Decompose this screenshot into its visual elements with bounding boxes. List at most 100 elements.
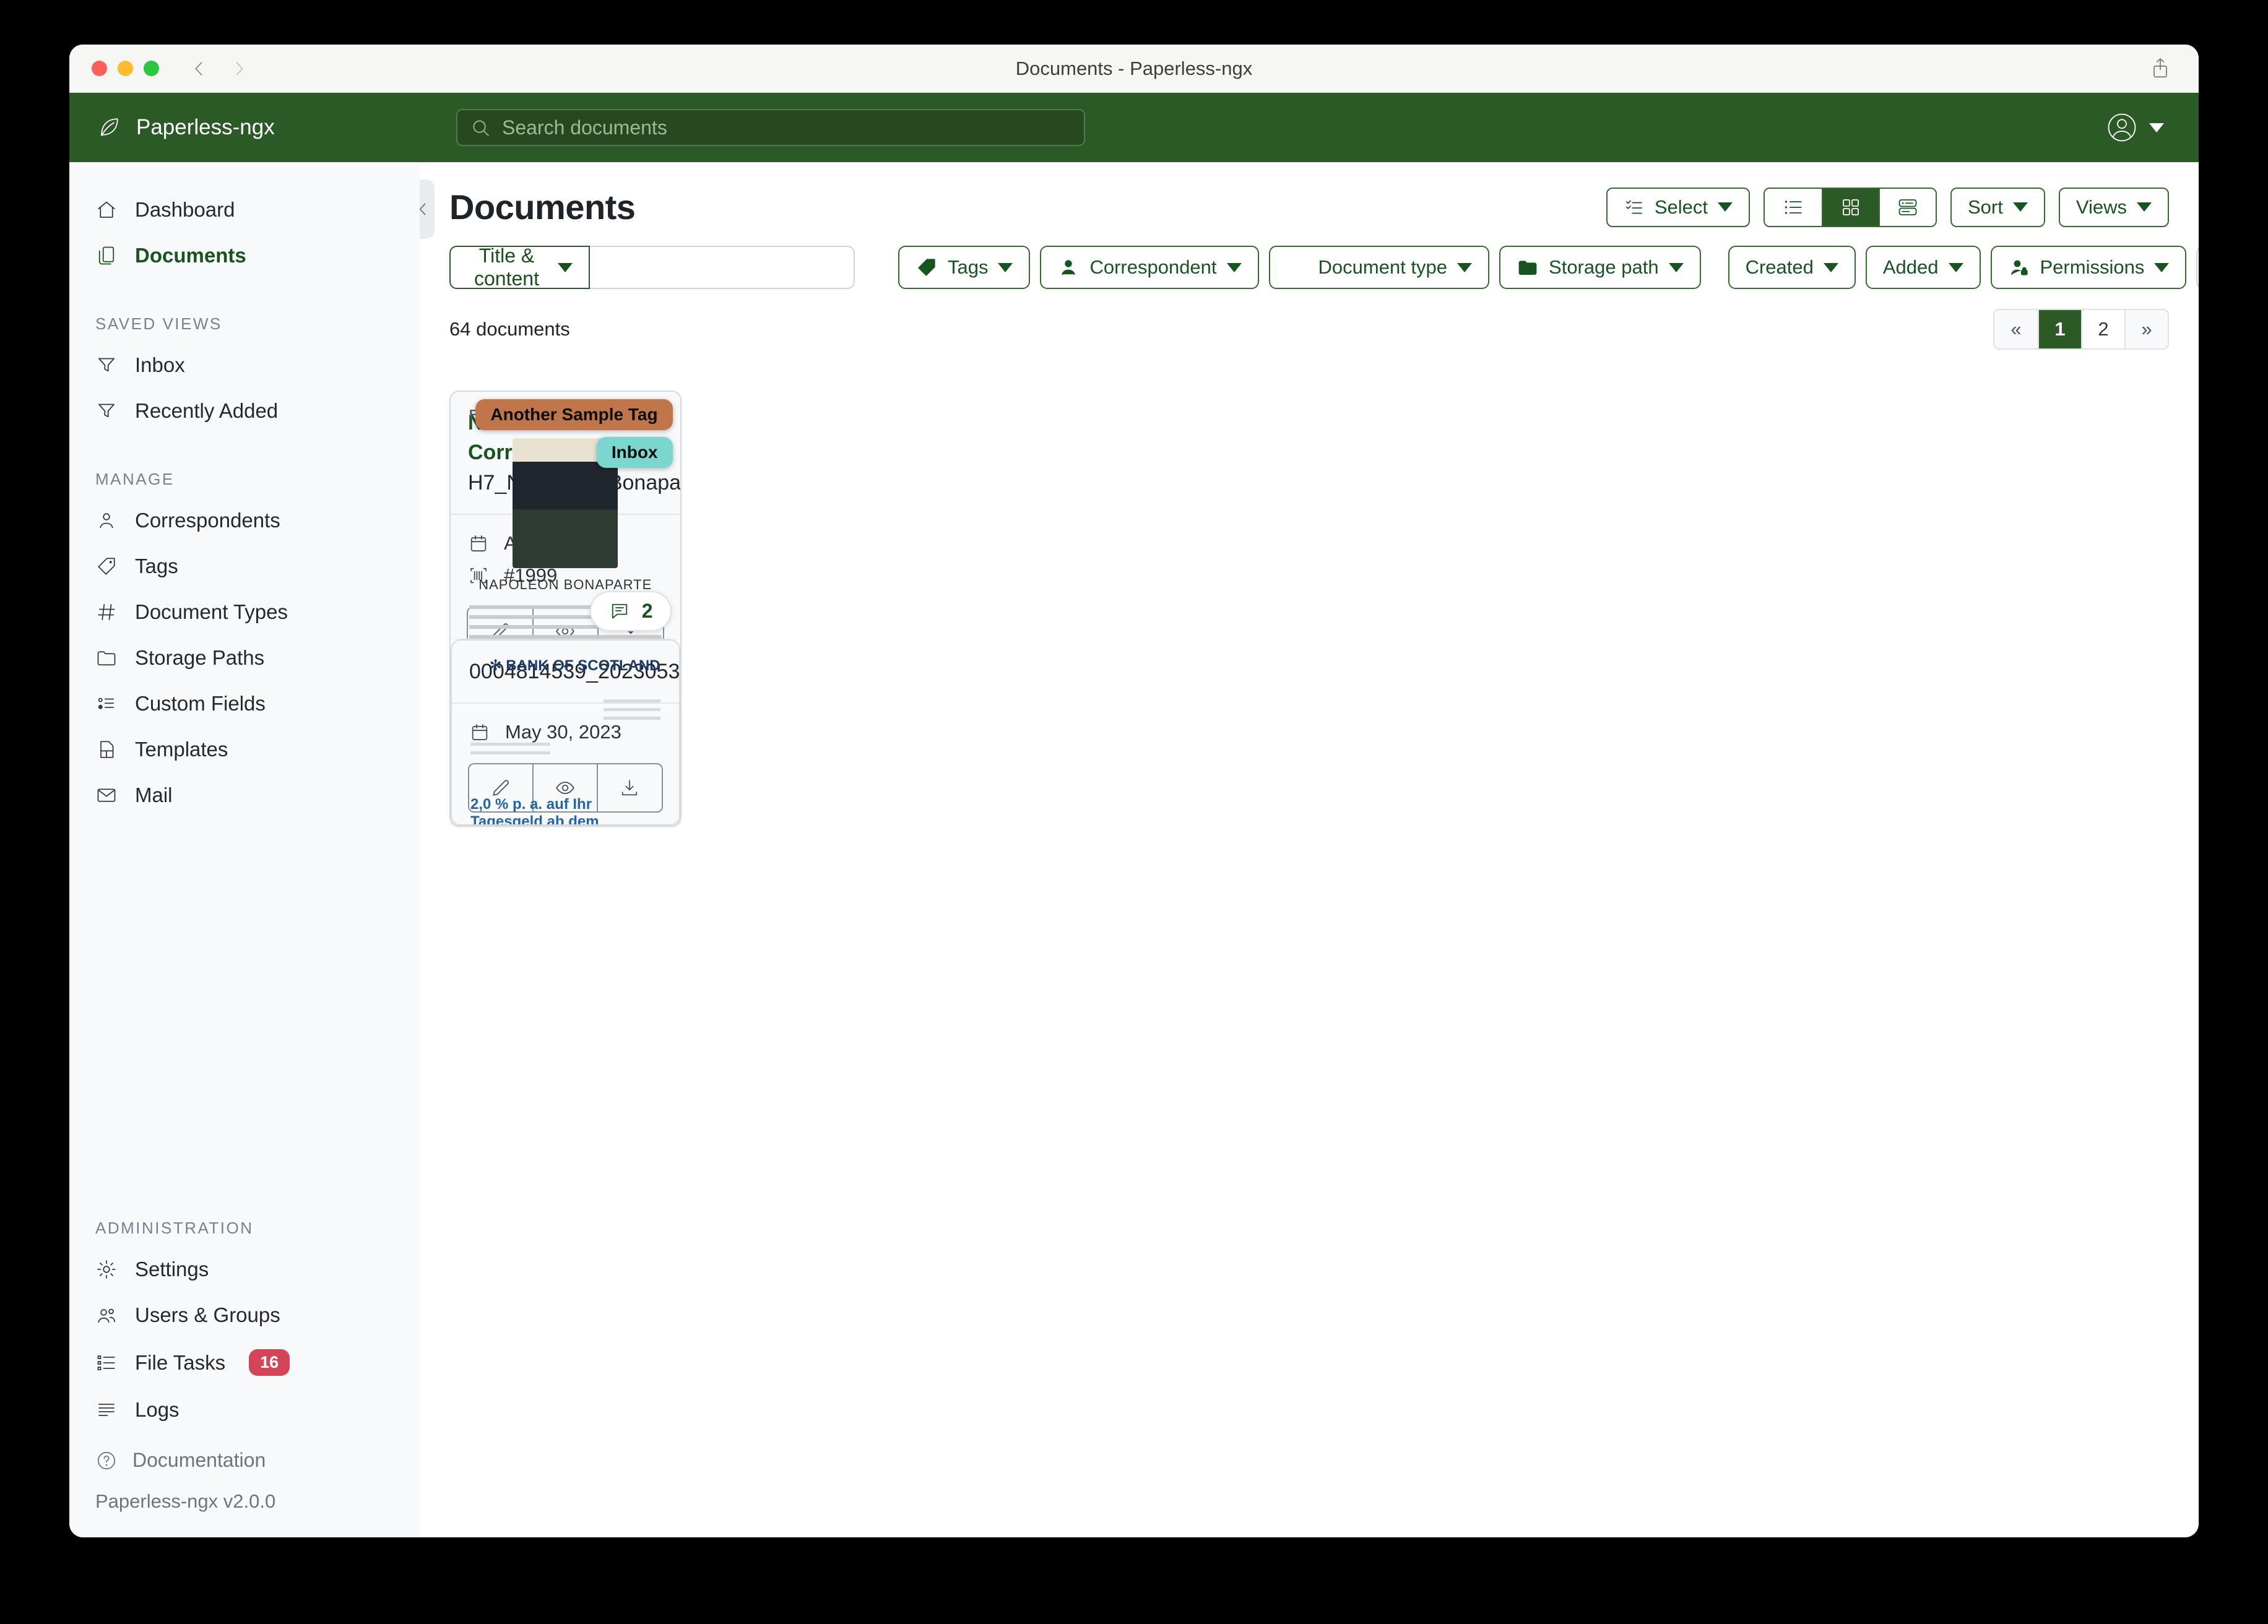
- view-toggle-group: [1764, 187, 1937, 227]
- views-button[interactable]: Views: [2058, 187, 2169, 227]
- filter-storage-path-button[interactable]: Storage path: [1499, 246, 1701, 289]
- sidebar-item-settings[interactable]: Settings: [69, 1246, 420, 1292]
- sidebar-item-logs[interactable]: Logs: [69, 1387, 420, 1433]
- pagination: «1 2»: [1993, 309, 2169, 350]
- funnel-icon: [95, 354, 118, 376]
- filter-field-selector[interactable]: Title & content: [449, 244, 590, 290]
- sidebar-item-label: Logs: [135, 1398, 180, 1421]
- app-version: Paperless-ngx v2.0.0: [95, 1490, 276, 1512]
- sidebar-item-file-tasks[interactable]: File Tasks 16: [69, 1338, 420, 1387]
- leaf-logo-icon: [95, 114, 123, 141]
- document-preview[interactable]: ✻ BANK OF SCOTLAND 2,0 % p. a. auf Ihr Ta…: [452, 641, 679, 824]
- view-detail-toggle[interactable]: [1879, 188, 1936, 226]
- select-list-icon: [1624, 196, 1645, 218]
- fields-icon: [95, 693, 118, 715]
- viewgrid-icon: [1840, 196, 1862, 218]
- sort-button[interactable]: Sort: [1950, 187, 2045, 227]
- pagination-page-1[interactable]: 1: [2038, 310, 2081, 348]
- window-title: Documents - Paperless-ngx: [1015, 57, 1253, 79]
- gear-icon: [95, 1258, 118, 1281]
- search-input[interactable]: [501, 115, 1071, 140]
- share-icon: [2148, 56, 2173, 81]
- sidebar-item-templates[interactable]: Templates: [69, 727, 420, 772]
- app-window: Documents - Paperless-ngx Paperless-ngx …: [69, 45, 2199, 1537]
- sidebar-section-heading: ADMINISTRATION: [95, 1219, 254, 1237]
- filter-added-button[interactable]: Added: [1865, 246, 1981, 289]
- folder-icon: [95, 647, 118, 669]
- leaf-icon: [95, 114, 123, 141]
- main-content: Documents Select Sort Views Title & cont…: [420, 162, 2199, 1537]
- brand[interactable]: Paperless-ngx: [95, 114, 275, 141]
- hash-icon: [95, 601, 118, 623]
- document-preview[interactable]: Francja pod rNAPOLEON BONAPARTEAnother S…: [451, 392, 680, 639]
- people-icon: [95, 1304, 118, 1326]
- viewlist-icon: [1785, 200, 1804, 214]
- sidebar-item-label: Storage Paths: [135, 646, 265, 669]
- person-icon: [1057, 256, 1080, 279]
- person-icon: [95, 509, 118, 532]
- collapse-icon: [420, 199, 430, 220]
- sidebar-item-documents[interactable]: Documents: [69, 233, 420, 279]
- chat-icon: [608, 600, 631, 623]
- sidebar-item-mail[interactable]: Mail: [69, 772, 420, 818]
- viewrows-icon: [1897, 196, 1919, 218]
- sidebar-item-users-groups[interactable]: Users & Groups: [69, 1292, 420, 1338]
- sidebar-collapse-button[interactable]: [420, 179, 435, 239]
- sidebar-item-label: Correspondents: [135, 509, 280, 532]
- tag-chip[interactable]: Another Sample Tag: [475, 399, 673, 430]
- sidebar-item-custom-fields[interactable]: Custom Fields: [69, 681, 420, 727]
- sidebar-item-label: Document Types: [135, 600, 288, 623]
- document-card: ✻ BANK OF SCOTLAND 2,0 % p. a. auf Ihr Ta…: [451, 639, 680, 826]
- user-menu[interactable]: [2105, 110, 2164, 145]
- global-search[interactable]: [456, 109, 1085, 146]
- sidebar-item-dashboard[interactable]: Dashboard: [69, 187, 420, 233]
- funnel-icon: [95, 400, 118, 422]
- filter-correspondent-button[interactable]: Correspondent: [1040, 246, 1259, 289]
- house-icon: [95, 199, 118, 221]
- comment-count-badge[interactable]: 2: [589, 591, 672, 631]
- pagination-prev[interactable]: «: [1994, 310, 2038, 348]
- filter-row: Title & content TagsCorrespondentundefin…: [449, 244, 2199, 290]
- pagination-page-2[interactable]: 2: [2081, 310, 2124, 348]
- macos-titlebar: Documents - Paperless-ngx: [69, 45, 2199, 93]
- document-count: 64 documents: [449, 318, 570, 340]
- file-icon: undefined: [1286, 256, 1309, 279]
- documentation-link[interactable]: Documentation: [95, 1439, 394, 1482]
- share-icon[interactable]: [2148, 56, 2173, 81]
- reset-filters-button[interactable]: Reset filters: [2196, 246, 2199, 289]
- sidebar-item-label: File Tasks: [135, 1350, 226, 1374]
- view-grid-toggle[interactable]: [1822, 188, 1879, 226]
- filter-text-input[interactable]: [589, 246, 855, 289]
- view-list-toggle[interactable]: [1765, 188, 1822, 226]
- page-title: Documents: [449, 188, 636, 227]
- template-icon: [95, 738, 118, 761]
- sidebar-item-inbox[interactable]: Inbox: [69, 342, 420, 388]
- tag-icon: [915, 256, 938, 279]
- filter-document-type-button[interactable]: undefinedDocument type: [1268, 246, 1490, 289]
- select-button[interactable]: Select: [1606, 187, 1750, 227]
- personlock-icon: [2008, 256, 2030, 279]
- select-icon: [1624, 197, 1645, 218]
- pagination-next[interactable]: »: [2124, 310, 2168, 348]
- sidebar-item-label: Templates: [135, 738, 228, 761]
- sidebar-item-document-types[interactable]: Document Types: [69, 589, 420, 635]
- filter-tags-button[interactable]: Tags: [898, 246, 1031, 289]
- sidebar: Dashboard Documents SAVED VIEWS Inbox Recent…: [69, 162, 420, 1537]
- sidebar-item-correspondents[interactable]: Correspondents: [69, 498, 420, 543]
- sidebar-item-label: Dashboard: [135, 198, 235, 221]
- sidebar-item-recently-added[interactable]: Recently Added: [69, 388, 420, 434]
- sidebar-item-label: Documents: [135, 244, 246, 267]
- filter-created-button[interactable]: Created: [1728, 246, 1856, 289]
- brand-name: Paperless-ngx: [136, 115, 275, 139]
- search-icon: [470, 117, 491, 138]
- avatar-icon: [2105, 110, 2139, 145]
- question-icon: [95, 1449, 118, 1472]
- avatar-icon: [2105, 110, 2139, 145]
- sidebar-item-label: Custom Fields: [135, 692, 266, 715]
- tag-chip[interactable]: Inbox: [596, 437, 673, 468]
- search-icon: [470, 117, 491, 138]
- filter-permissions-button[interactable]: Permissions: [1990, 246, 2187, 289]
- logs-icon: [95, 1399, 118, 1421]
- sidebar-item-storage-paths[interactable]: Storage Paths: [69, 635, 420, 681]
- sidebar-item-tags[interactable]: Tags: [69, 543, 420, 589]
